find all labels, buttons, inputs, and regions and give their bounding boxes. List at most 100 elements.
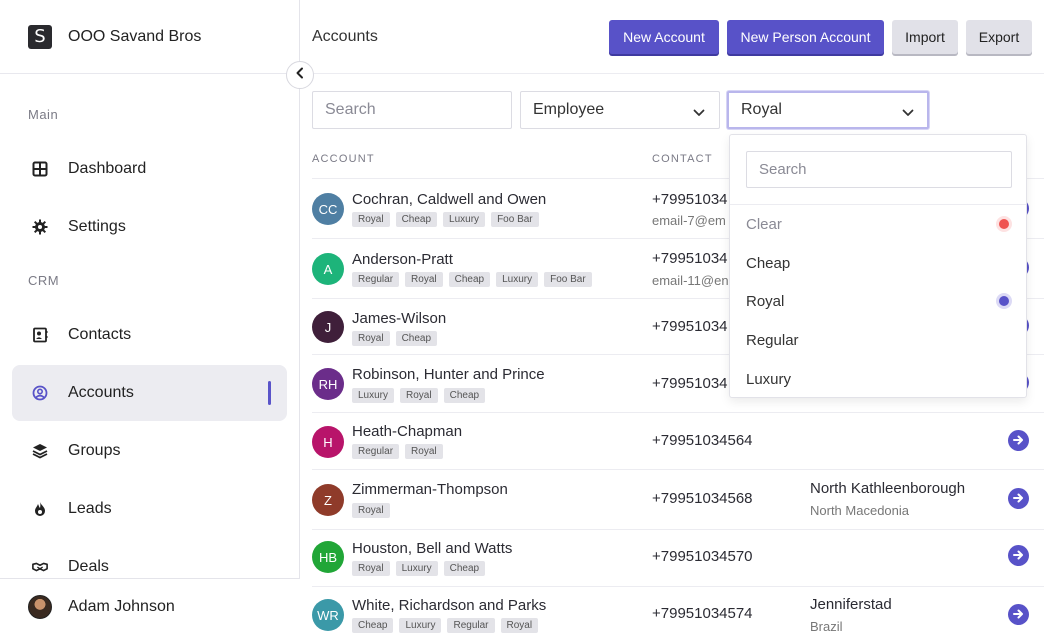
active-indicator — [268, 381, 271, 405]
tag: Royal — [500, 618, 539, 633]
contact-phone: +79951034574 — [652, 605, 753, 622]
account-name[interactable]: Robinson, Hunter and Prince — [352, 366, 545, 383]
sidebar-item-label: Accounts — [68, 384, 134, 401]
open-account-button[interactable] — [1008, 545, 1029, 566]
contact-email: email-7@em — [652, 213, 726, 228]
tag-list: Royal Cheap Luxury Foo Bar — [352, 212, 539, 227]
gear-icon — [32, 219, 48, 235]
arrow-right-icon — [1013, 547, 1024, 565]
tag: Royal — [405, 444, 443, 459]
open-account-button[interactable] — [1008, 488, 1029, 509]
arrow-right-icon — [1013, 490, 1024, 508]
tag: Regular — [352, 272, 400, 287]
clear-indicator-icon — [996, 216, 1012, 232]
account-avatar: CC — [312, 193, 344, 225]
table-row[interactable]: HB Houston, Bell and Watts Royal Luxury … — [312, 529, 1044, 586]
tag-list: Regular Royal Cheap Luxury Foo Bar — [352, 272, 592, 287]
table-row[interactable]: WR White, Richardson and Parks Cheap Lux… — [312, 586, 1044, 635]
brand-logo: S — [28, 24, 52, 49]
chevron-down-icon — [693, 104, 705, 122]
option-label: Regular — [746, 331, 799, 349]
sidebar-item-groups[interactable]: Groups — [12, 423, 287, 479]
account-avatar: H — [312, 426, 344, 458]
brand[interactable]: S OOO Savand Bros — [0, 0, 299, 74]
brand-name: OOO Savand Bros — [68, 27, 202, 45]
dropdown-search-input[interactable]: Search — [746, 151, 1012, 188]
account-name[interactable]: Cochran, Caldwell and Owen — [352, 191, 546, 208]
open-account-button[interactable] — [1008, 604, 1029, 625]
sidebar-item-contacts[interactable]: Contacts — [12, 307, 287, 363]
tag: Royal — [352, 331, 390, 346]
contact-email: email-11@en — [652, 273, 729, 288]
account-name[interactable]: James-Wilson — [352, 310, 446, 327]
top-bar: Accounts New Account New Person Account … — [300, 0, 1044, 74]
dropdown-option-regular[interactable]: Regular — [746, 325, 1012, 355]
import-button[interactable]: Import — [892, 20, 958, 54]
user-circle-icon — [32, 385, 48, 401]
column-header-account[interactable]: ACCOUNT — [312, 153, 375, 165]
account-avatar: J — [312, 311, 344, 343]
tag: Cheap — [395, 331, 438, 346]
account-name[interactable]: White, Richardson and Parks — [352, 597, 546, 614]
option-label: Clear — [746, 215, 782, 233]
handshake-icon — [32, 559, 48, 575]
tag-select-value: Royal — [741, 101, 782, 118]
table-row[interactable]: H Heath-Chapman Regular Royal +799510345… — [312, 412, 1044, 469]
column-header-contact[interactable]: CONTACT — [652, 153, 713, 165]
table-row[interactable]: Z Zimmerman-Thompson Royal +79951034568 … — [312, 469, 1044, 529]
flame-icon — [32, 501, 48, 517]
dropdown-option-clear[interactable]: Clear — [746, 209, 1012, 239]
avatar — [28, 595, 52, 619]
tag-dropdown-menu: Search Clear Cheap Royal Regular Luxury — [729, 134, 1027, 398]
tag: Cheap — [448, 272, 491, 287]
option-label: Royal — [746, 292, 785, 310]
dropdown-option-royal[interactable]: Royal — [746, 286, 1012, 316]
search-input[interactable]: Search — [312, 91, 512, 129]
tag: Royal — [400, 388, 438, 403]
tag-select[interactable]: Royal — [727, 91, 929, 129]
sidebar-item-label: Settings — [68, 218, 126, 235]
account-name[interactable]: Heath-Chapman — [352, 423, 462, 440]
export-button[interactable]: Export — [966, 20, 1032, 54]
sidebar-item-label: Deals — [68, 558, 109, 575]
dropdown-option-cheap[interactable]: Cheap — [746, 248, 1012, 278]
tag: Cheap — [352, 618, 394, 633]
divider — [730, 204, 1026, 205]
tag: Cheap — [443, 561, 486, 576]
tag: Luxury — [352, 388, 395, 403]
sidebar: S OOO Savand Bros Main Dashboard Setting… — [0, 0, 300, 635]
arrow-right-icon — [1013, 432, 1024, 450]
account-name[interactable]: Anderson-Pratt — [352, 251, 453, 268]
selected-indicator-icon — [996, 293, 1012, 309]
contact-phone: +79951034570 — [652, 548, 753, 565]
collapse-sidebar-button[interactable] — [286, 61, 314, 89]
type-select[interactable]: Employee — [520, 91, 720, 129]
page-title: Accounts — [312, 28, 378, 45]
contact-card-icon — [32, 327, 48, 343]
tag: Foo Bar — [491, 212, 539, 227]
account-name[interactable]: Zimmerman-Thompson — [352, 481, 508, 498]
contact-phone: +79951034 — [652, 318, 728, 335]
user-menu[interactable]: Adam Johnson — [0, 578, 300, 635]
dropdown-option-luxury[interactable]: Luxury — [746, 364, 1012, 394]
account-avatar: Z — [312, 484, 344, 516]
account-name[interactable]: Houston, Bell and Watts — [352, 540, 512, 557]
tag: Regular — [352, 444, 400, 459]
option-label: Cheap — [746, 254, 791, 272]
contact-phone: +79951034 — [652, 250, 728, 267]
tag: Luxury — [395, 561, 438, 576]
location-country: Brazil — [810, 619, 843, 634]
sidebar-item-settings[interactable]: Settings — [12, 199, 287, 255]
arrow-right-icon — [1013, 606, 1024, 624]
new-account-button[interactable]: New Account — [609, 20, 719, 54]
sidebar-item-label: Contacts — [68, 326, 132, 343]
sidebar-item-accounts[interactable]: Accounts — [12, 365, 287, 421]
tag: Luxury — [496, 272, 539, 287]
new-person-account-button[interactable]: New Person Account — [727, 20, 884, 54]
tag: Royal — [352, 561, 390, 576]
sidebar-item-leads[interactable]: Leads — [12, 481, 287, 537]
open-account-button[interactable] — [1008, 430, 1029, 451]
location-city: Jenniferstad — [810, 596, 892, 613]
sidebar-item-dashboard[interactable]: Dashboard — [12, 141, 287, 197]
option-label: Luxury — [746, 370, 792, 388]
